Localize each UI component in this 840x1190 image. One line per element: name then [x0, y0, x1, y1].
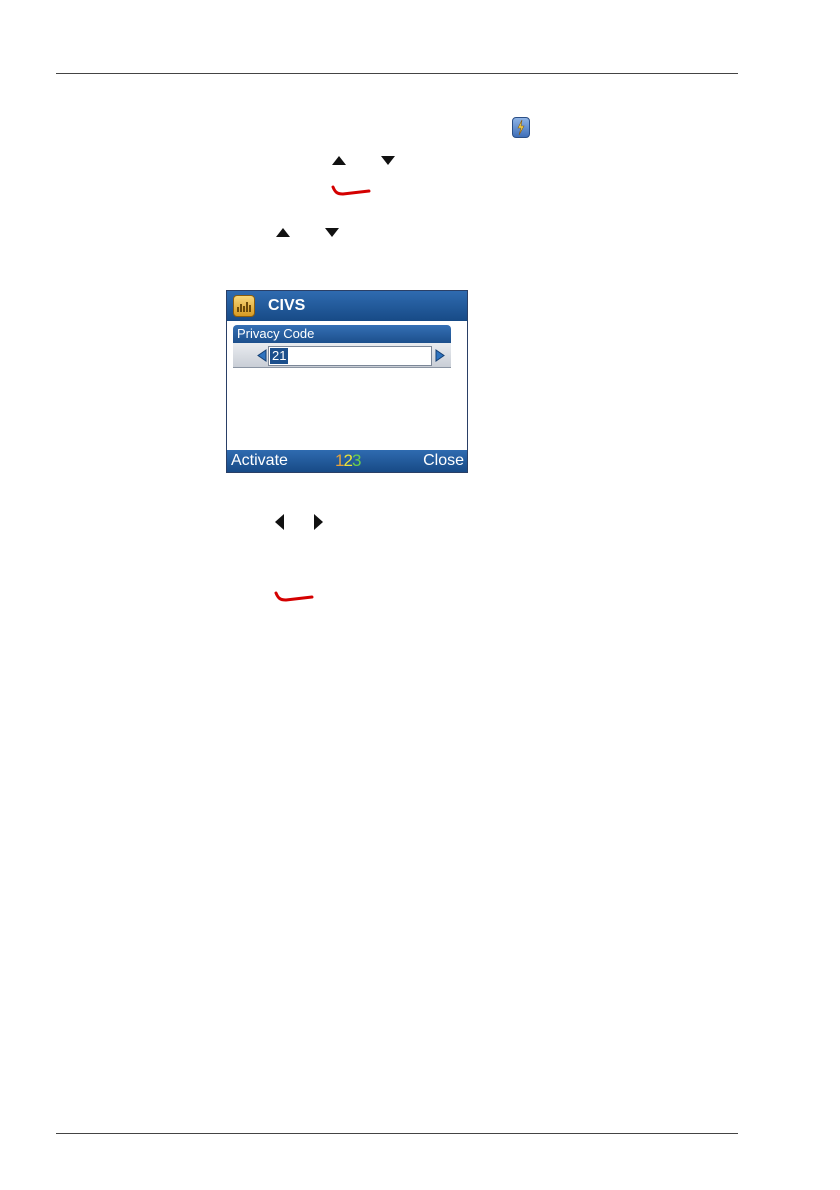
privacy-code-value: 21: [270, 348, 289, 364]
close-softkey[interactable]: Close: [423, 451, 464, 471]
down-arrow-icon: [381, 156, 395, 165]
end-call-icon: [274, 591, 314, 602]
up-arrow-icon: [276, 228, 290, 237]
right-arrow-icon: [314, 514, 323, 530]
flash-icon: [512, 117, 530, 138]
input-mode-indicator: 123: [335, 451, 361, 470]
app-icon: [233, 295, 255, 317]
left-arrow-icon: [275, 514, 284, 530]
down-arrow-icon: [325, 228, 339, 237]
privacy-code-field[interactable]: 21: [233, 343, 451, 368]
screen-title-bar: CIVS: [227, 291, 467, 321]
footer-rule: [56, 1133, 738, 1134]
right-arrow-icon[interactable]: [435, 349, 445, 362]
left-arrow-icon[interactable]: [257, 349, 267, 362]
end-call-icon: [331, 185, 371, 196]
up-arrow-icon: [332, 156, 346, 165]
activate-softkey[interactable]: Activate: [231, 451, 288, 471]
privacy-code-input[interactable]: 21: [268, 346, 432, 366]
screen-title: CIVS: [268, 297, 306, 314]
header-rule: [56, 73, 738, 74]
privacy-code-label: Privacy Code: [233, 325, 451, 343]
softkey-bar: Activate 123 Close: [227, 450, 467, 472]
device-screen: CIVS Privacy Code 21 Activate 123 Close: [226, 290, 468, 473]
